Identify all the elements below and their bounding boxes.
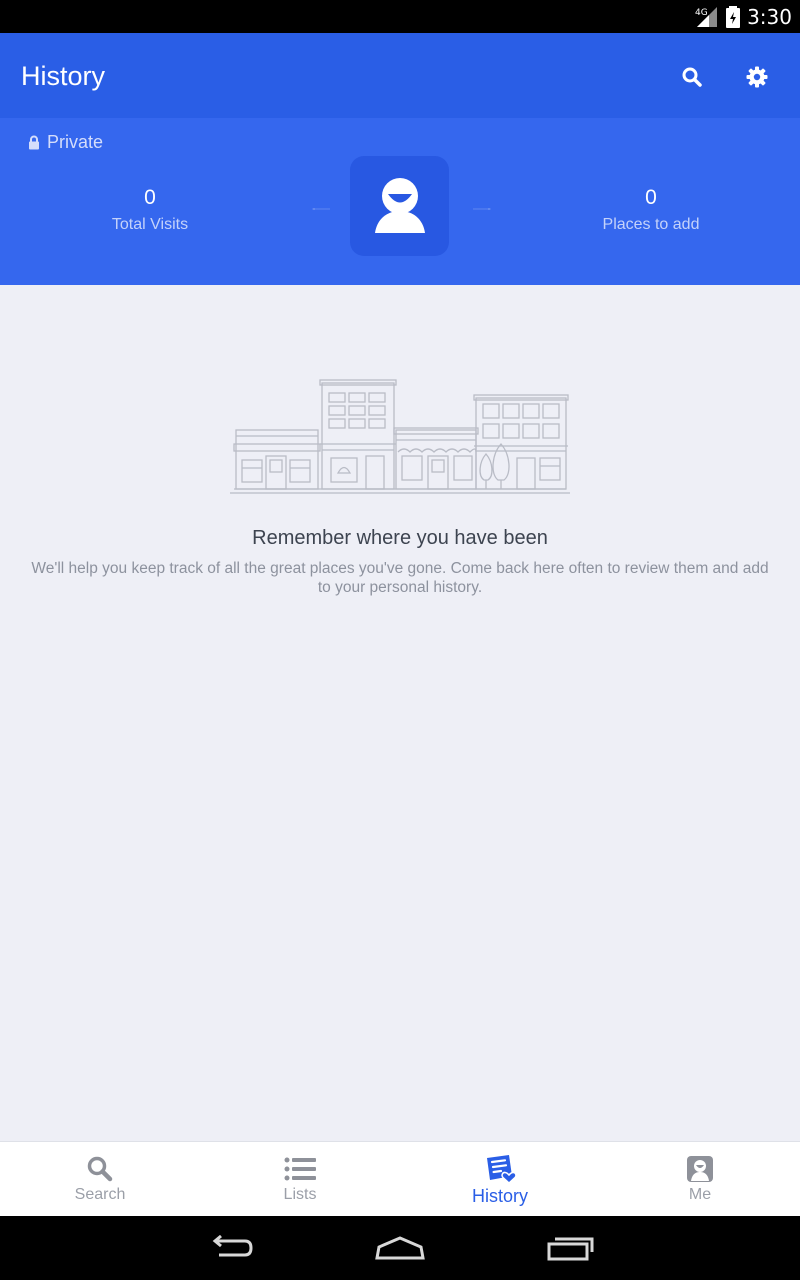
system-nav-bar bbox=[0, 1216, 800, 1280]
history-icon bbox=[487, 1155, 516, 1184]
back-button[interactable] bbox=[200, 1230, 260, 1266]
status-time: 3:30 bbox=[747, 4, 792, 29]
signal-icon: 4G bbox=[695, 6, 718, 27]
battery-icon bbox=[726, 5, 741, 28]
nav-item-lists[interactable]: Lists bbox=[200, 1142, 400, 1217]
connector-left bbox=[312, 208, 330, 210]
nav-label-history: History bbox=[471, 1186, 528, 1206]
total-visits-value: 0 bbox=[144, 186, 156, 209]
nav-label-lists: Lists bbox=[283, 1186, 317, 1203]
back-icon bbox=[212, 1235, 253, 1257]
home-icon bbox=[375, 1236, 425, 1260]
lock-icon bbox=[29, 135, 39, 150]
user-avatar-icon bbox=[374, 178, 425, 233]
app-bar: History bbox=[0, 33, 800, 118]
gear-icon bbox=[746, 66, 768, 88]
empty-state-title: Remember where you have been bbox=[252, 527, 548, 549]
recent-apps-icon bbox=[547, 1237, 594, 1261]
profile-icon bbox=[687, 1156, 713, 1182]
buildings-illustration bbox=[230, 379, 570, 494]
nav-item-me[interactable]: Me bbox=[600, 1142, 800, 1217]
list-icon bbox=[284, 1157, 316, 1181]
settings-button[interactable] bbox=[737, 57, 777, 97]
home-button[interactable] bbox=[370, 1230, 430, 1266]
network-type: 4G bbox=[695, 8, 708, 18]
nav-label-me: Me bbox=[688, 1186, 712, 1203]
places-to-add-label: Places to add bbox=[602, 216, 700, 233]
recents-button[interactable] bbox=[540, 1230, 600, 1266]
connector-right bbox=[473, 208, 491, 210]
search-button[interactable] bbox=[672, 57, 712, 97]
places-to-add-stat: 0 Places to add bbox=[541, 186, 761, 234]
total-visits-label: Total Visits bbox=[111, 216, 189, 233]
nav-item-history[interactable]: History bbox=[400, 1142, 600, 1217]
privacy-indicator[interactable]: Private bbox=[28, 132, 103, 153]
nav-label-search: Search bbox=[74, 1186, 126, 1203]
search-icon bbox=[682, 67, 702, 87]
history-summary: Private 0 Total Visits 0 Places to add bbox=[0, 118, 800, 285]
page-title: History bbox=[21, 61, 106, 91]
empty-state-description: We'll help you keep track of all the gre… bbox=[31, 560, 769, 596]
status-bar: 4G 3:30 bbox=[0, 0, 800, 33]
avatar[interactable] bbox=[350, 156, 449, 256]
search-icon bbox=[87, 1156, 113, 1182]
privacy-label: Private bbox=[47, 132, 104, 152]
total-visits-stat: 0 Total Visits bbox=[40, 186, 260, 234]
places-to-add-value: 0 bbox=[645, 186, 657, 209]
nav-item-search[interactable]: Search bbox=[0, 1142, 200, 1217]
bottom-nav: Search Lists History Me bbox=[0, 1141, 800, 1216]
